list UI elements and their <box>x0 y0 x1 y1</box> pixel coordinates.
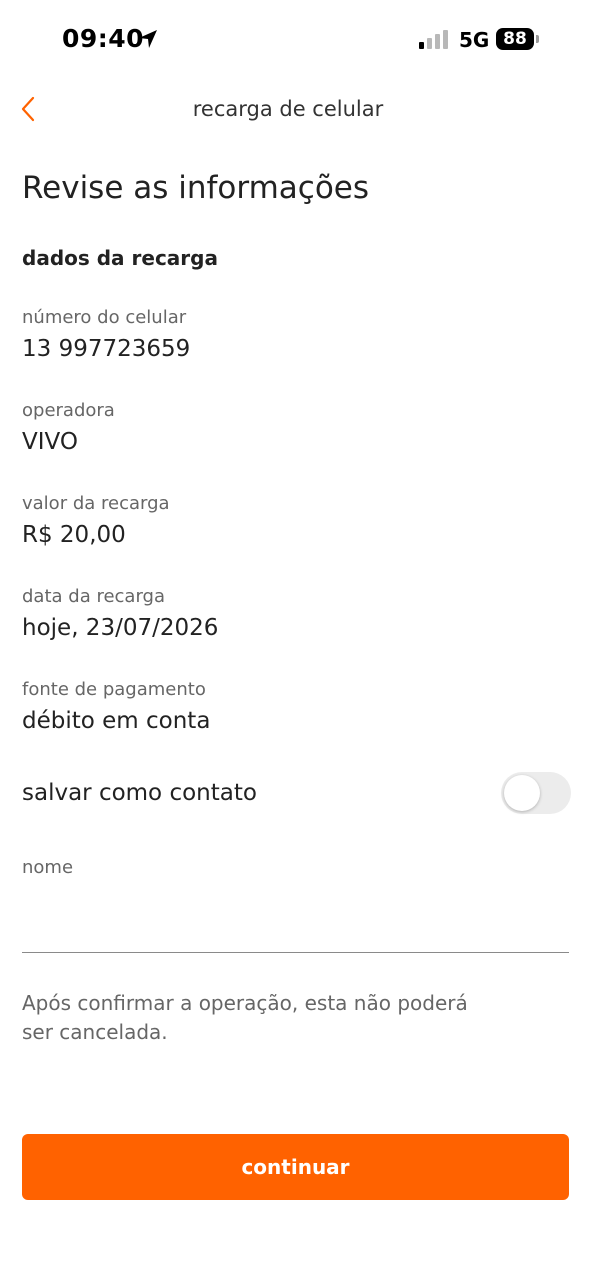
continue-button[interactable]: continuar <box>22 1134 569 1200</box>
carrier-label: operadora <box>22 400 115 421</box>
date-label: data da recarga <box>22 586 165 607</box>
payment-source-label: fonte de pagamento <box>22 679 206 700</box>
status-time: 09:40 <box>62 24 145 53</box>
save-contact-toggle[interactable] <box>501 772 571 814</box>
payment-source-value: débito em conta <box>22 708 211 734</box>
name-input[interactable] <box>22 890 569 953</box>
save-contact-label: salvar como contato <box>22 780 257 806</box>
network-type: 5G <box>459 28 490 52</box>
status-bar: 09:40 5G 88 <box>0 0 591 80</box>
battery-icon: 88 <box>496 28 534 50</box>
date-value: hoje, 23/07/2026 <box>22 615 219 641</box>
battery-tip <box>536 35 539 43</box>
page-title: Revise as informações <box>22 170 370 206</box>
section-title: dados da recarga <box>22 246 218 270</box>
toggle-knob <box>504 775 540 811</box>
irreversible-notice: Após confirmar a operação, esta não pode… <box>22 991 468 1044</box>
header-title: recarga de celular <box>192 97 384 121</box>
location-arrow-icon <box>139 30 157 48</box>
amount-value: R$ 20,00 <box>22 522 126 548</box>
carrier-value: VIVO <box>22 429 78 455</box>
phone-number-value: 13 997723659 <box>22 336 191 362</box>
page: 09:40 5G 88 recarga de celular Revise as… <box>0 0 591 1280</box>
phone-number-label: número do celular <box>22 307 187 328</box>
name-label: nome <box>22 857 74 878</box>
cellular-signal-icon <box>419 30 448 49</box>
amount-label: valor da recarga <box>22 493 170 514</box>
